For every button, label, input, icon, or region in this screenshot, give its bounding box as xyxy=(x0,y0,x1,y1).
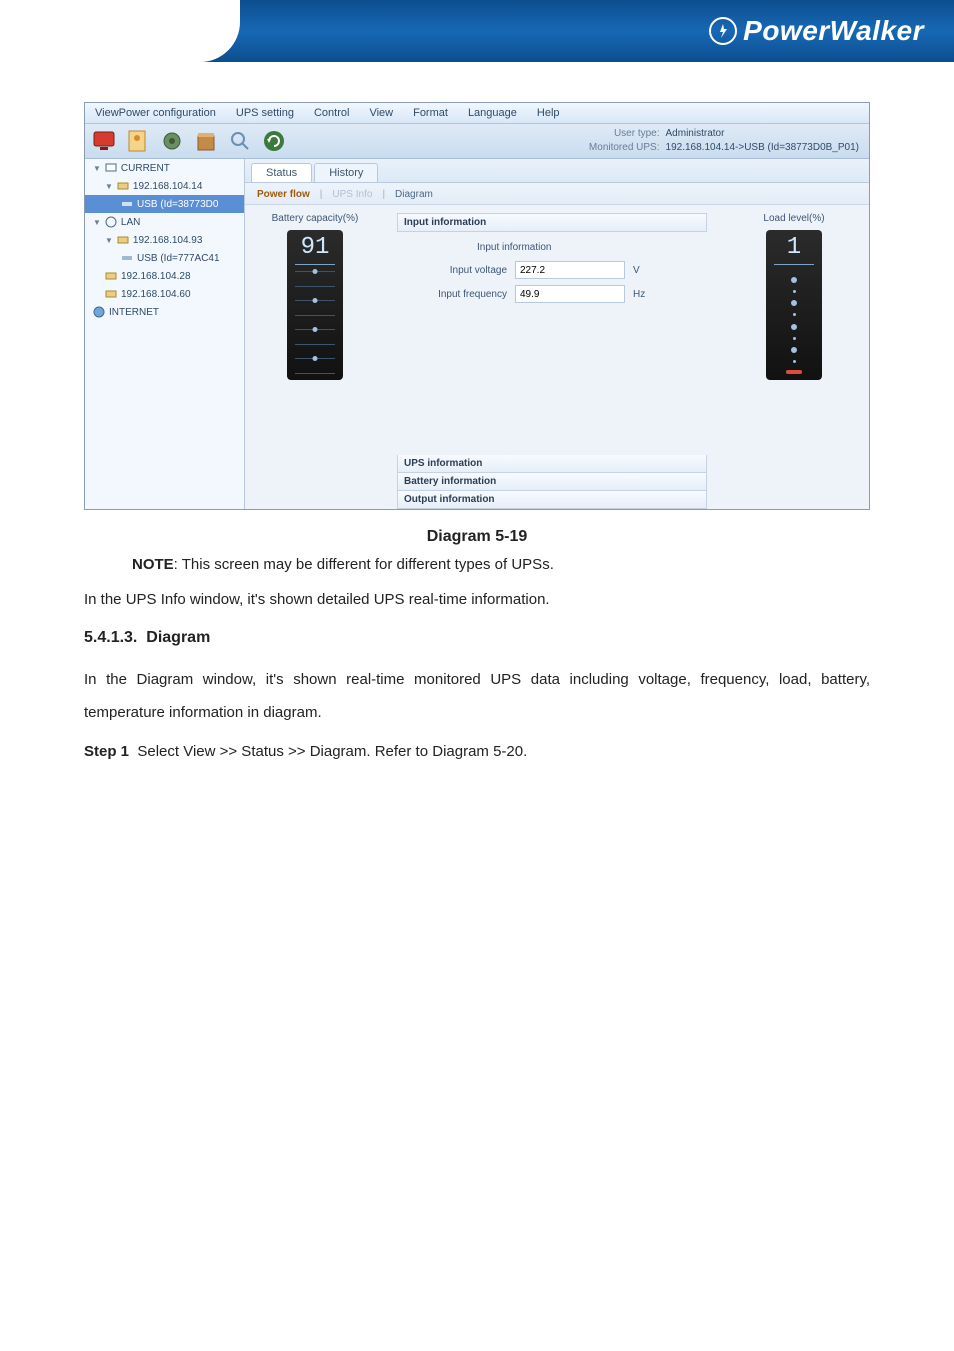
tree-arrow-icon: ▼ xyxy=(105,236,113,245)
tree-ip2[interactable]: ▼192.168.104.93 xyxy=(85,231,244,249)
banner-white-curve xyxy=(0,0,240,62)
brand-name: PowerWalker xyxy=(743,15,924,47)
figure-caption: Diagram 5-19 xyxy=(84,528,870,546)
input-voltage-label: Input voltage xyxy=(417,265,507,276)
accordion-ups-header[interactable]: UPS information xyxy=(397,455,707,473)
input-frequency-label: Input frequency xyxy=(417,289,507,300)
tree-ip3[interactable]: 192.168.104.28 xyxy=(85,267,244,285)
monitored-ups-label: Monitored UPS: xyxy=(580,141,660,155)
tree-arrow-icon: ▼ xyxy=(93,164,101,173)
load-column: Load level(%) 1 xyxy=(719,205,869,509)
pc-icon xyxy=(105,270,117,282)
load-level-label: Load level(%) xyxy=(763,213,824,224)
menu-language[interactable]: Language xyxy=(458,103,527,123)
toolbar-zoom-icon[interactable] xyxy=(225,126,255,156)
battery-capacity-value: 91 xyxy=(301,236,330,260)
step-line: Step 1 Select View >> Status >> Diagram.… xyxy=(84,743,870,760)
note-bold: NOTE xyxy=(132,556,174,573)
toolbar-info: User type: Administrator Monitored UPS: 19… xyxy=(580,127,859,155)
note-text: : This screen may be different for diffe… xyxy=(174,556,554,573)
tree-ip1[interactable]: ▼192.168.104.14 xyxy=(85,177,244,195)
usb-icon xyxy=(121,252,133,264)
menu-help[interactable]: Help xyxy=(527,103,570,123)
tree-internet[interactable]: INTERNET xyxy=(85,303,244,321)
brand-block: PowerWalker xyxy=(709,15,924,47)
menu-view[interactable]: View xyxy=(359,103,403,123)
pc-icon xyxy=(117,234,129,246)
load-level-value: 1 xyxy=(787,236,801,260)
network-icon xyxy=(105,216,117,228)
input-info-title: Input information xyxy=(477,242,687,253)
tree-current[interactable]: ▼CURRENT xyxy=(85,159,244,177)
accordion-input-body: Input information Input voltage V Input … xyxy=(397,232,707,455)
toolbar-gear-icon[interactable] xyxy=(157,126,187,156)
tree-ip4[interactable]: 192.168.104.60 xyxy=(85,285,244,303)
toolbar-refresh-icon[interactable] xyxy=(259,126,289,156)
accordion-output-header[interactable]: Output information xyxy=(397,491,707,509)
subtab-diagram[interactable]: Diagram xyxy=(395,189,433,200)
tree-arrow-icon: ▼ xyxy=(105,182,113,191)
accordion-battery-header[interactable]: Battery information xyxy=(397,473,707,491)
section-heading: 5.4.1.3. Diagram xyxy=(84,629,870,647)
input-voltage-field[interactable] xyxy=(515,261,625,279)
info-accordion: Input information Input information Inpu… xyxy=(385,205,719,509)
load-gauge: 1 xyxy=(766,230,822,380)
brand-logo-icon xyxy=(709,17,737,45)
step-text: Select View >> Status >> Diagram. Refer … xyxy=(137,743,527,760)
tab-status[interactable]: Status xyxy=(251,163,312,182)
input-voltage-unit: V xyxy=(633,265,653,276)
subtab-powerflow[interactable]: Power flow xyxy=(257,189,310,200)
paragraph-1: In the UPS Info window, it's shown detai… xyxy=(84,589,870,611)
work-area: Battery capacity(%) 91 xyxy=(245,205,869,509)
section-title: Diagram xyxy=(146,629,210,646)
tree-usb2[interactable]: USB (Id=777AC41 xyxy=(85,249,244,267)
note-line: NOTE: This screen may be different for d… xyxy=(132,556,870,573)
content-pane: Status History Power flow | UPS Info | D… xyxy=(245,159,869,509)
menu-format[interactable]: Format xyxy=(403,103,458,123)
toolbar-monitor-icon[interactable] xyxy=(89,126,119,156)
usb-icon xyxy=(121,198,133,210)
menu-viewpower-config[interactable]: ViewPower configuration xyxy=(85,103,226,123)
pc-icon xyxy=(117,180,129,192)
toolbar-doc-icon[interactable] xyxy=(123,126,153,156)
tree-pane: ▼CURRENT ▼192.168.104.14 USB (Id=38773D0… xyxy=(85,159,245,509)
battery-gauge: 91 xyxy=(287,230,343,380)
battery-capacity-label: Battery capacity(%) xyxy=(272,213,359,224)
menu-ups-setting[interactable]: UPS setting xyxy=(226,103,304,123)
input-frequency-unit: Hz xyxy=(633,289,653,300)
main-tabs: Status History xyxy=(245,159,869,183)
pc-icon xyxy=(105,288,117,300)
computer-icon xyxy=(105,162,117,174)
toolbar-left xyxy=(89,126,289,156)
subtab-sep: | xyxy=(320,189,323,200)
toolbar-package-icon[interactable] xyxy=(191,126,221,156)
user-type-value: Administrator xyxy=(666,127,725,141)
tab-history[interactable]: History xyxy=(314,163,378,182)
battery-column: Battery capacity(%) 91 xyxy=(245,205,385,509)
menubar: ViewPower configuration UPS setting Cont… xyxy=(85,103,869,124)
paragraph-2: In the Diagram window, it's shown real-t… xyxy=(84,663,870,729)
subtab-sep: | xyxy=(382,189,385,200)
tree-arrow-icon: ▼ xyxy=(93,218,101,227)
step-bold: Step 1 xyxy=(84,743,129,760)
brand-banner: PowerWalker xyxy=(0,0,954,62)
menu-control[interactable]: Control xyxy=(304,103,359,123)
tree-usb1[interactable]: USB (Id=38773D0 xyxy=(85,195,244,213)
toolbar: User type: Administrator Monitored UPS: 19… xyxy=(85,124,869,159)
sub-tabs: Power flow | UPS Info | Diagram xyxy=(245,183,869,205)
tree-lan[interactable]: ▼LAN xyxy=(85,213,244,231)
section-number: 5.4.1.3. xyxy=(84,629,137,646)
app-window: ViewPower configuration UPS setting Cont… xyxy=(84,102,870,510)
subtab-upsinfo[interactable]: UPS Info xyxy=(332,189,372,200)
input-frequency-field[interactable] xyxy=(515,285,625,303)
accordion-input-header[interactable]: Input information xyxy=(397,213,707,232)
monitored-ups-value: 192.168.104.14->USB (Id=38773D0B_P01) xyxy=(666,141,859,155)
user-type-label: User type: xyxy=(580,127,660,141)
globe-icon xyxy=(93,306,105,318)
